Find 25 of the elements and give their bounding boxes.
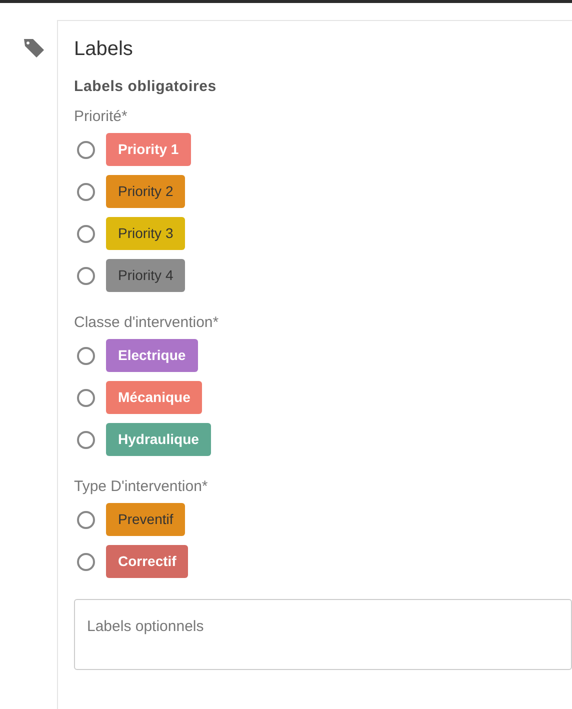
- radio-button[interactable]: [77, 552, 95, 570]
- radio-button[interactable]: [77, 430, 95, 448]
- label-tag[interactable]: Mécanique: [106, 381, 202, 414]
- panel-title: Labels: [74, 37, 134, 61]
- group-label: Classe d'intervention*: [74, 314, 220, 332]
- label-tag[interactable]: Electrique: [106, 339, 198, 372]
- label-tag[interactable]: Priority 2: [106, 175, 186, 208]
- radio-button[interactable]: [77, 388, 95, 406]
- radio-button[interactable]: [77, 182, 95, 200]
- group-label: Type D'intervention*: [74, 478, 209, 496]
- radio-button[interactable]: [77, 266, 95, 284]
- label-tag[interactable]: Hydraulique: [106, 423, 211, 456]
- radio-button[interactable]: [77, 224, 95, 242]
- label-tag[interactable]: Priority 4: [106, 259, 186, 292]
- section-title: Labels obligatoires: [74, 78, 218, 95]
- radio-button[interactable]: [77, 510, 95, 528]
- label-tag[interactable]: Correctif: [106, 545, 188, 578]
- radio-button[interactable]: [77, 140, 95, 158]
- label-tag[interactable]: Preventif: [106, 503, 186, 536]
- group-label: Priorité*: [74, 108, 128, 126]
- optional-labels-field[interactable]: Labels optionnels: [74, 599, 572, 670]
- label-tag[interactable]: Priority 1: [106, 133, 191, 166]
- radio-button[interactable]: [77, 346, 95, 364]
- label-tag[interactable]: Priority 3: [106, 217, 186, 250]
- tag-icon: [23, 38, 45, 58]
